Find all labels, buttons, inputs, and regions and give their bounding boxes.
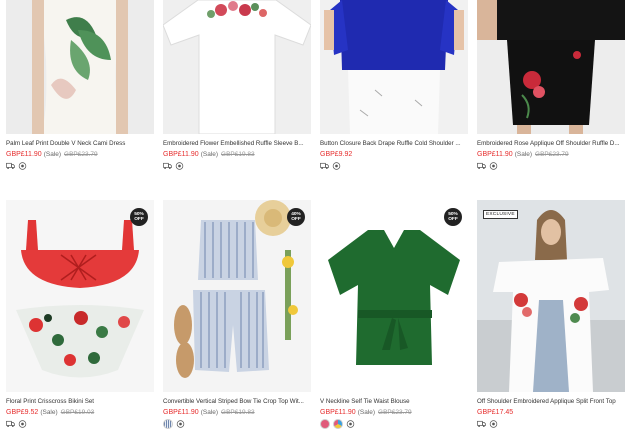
product-image[interactable] [320,0,468,134]
product-card[interactable]: 50% OFF Floral Print Crisscross Bikini Se… [6,200,154,433]
discount-badge: 50% OFF [130,208,148,226]
original-price: GBP£23.79 [535,151,569,158]
sale-label: (Sale) [514,151,533,158]
swatch-red-icon[interactable] [320,418,330,429]
price-row: GBP£11.90 (Sale) GBP£19.83 [163,151,311,158]
product-image[interactable]: 40% OFF [163,200,311,392]
product-card[interactable]: Palm Leaf Print Double V Neck Cami Dress… [6,0,154,200]
price-row: GBP£11.90 (Sale) GBP£23.79 [320,409,468,416]
sale-label: (Sale) [200,409,219,416]
truck-icon [6,162,15,169]
product-title[interactable]: V Neckline Self Tie Waist Blouse [320,398,468,405]
original-price: GBP£19.83 [221,409,255,416]
sale-price: GBP£11.90 [477,151,513,158]
sale-price: GBP£9.92 [320,151,353,158]
cod-icon [489,161,498,170]
cod-icon [18,419,27,428]
cod-icon [346,419,355,428]
price-row: GBP£17.45 [477,409,625,416]
product-image[interactable] [6,0,154,134]
product-title[interactable]: Button Closure Back Drape Ruffle Cold Sh… [320,140,468,147]
sale-price: GBP£11.90 [320,409,356,416]
swatch-icon[interactable] [163,418,173,429]
discount-badge: 40% OFF [287,208,305,226]
product-title[interactable]: Embroidered Flower Embellished Ruffle Sl… [163,140,311,147]
product-image[interactable] [477,0,625,134]
price-row: GBP£9.92 [320,151,468,158]
product-icons [477,161,625,170]
original-price: GBP£23.79 [64,151,98,158]
product-icons [320,418,468,429]
product-grid: Palm Leaf Print Double V Neck Cami Dress… [6,0,634,433]
cod-icon [176,419,185,428]
original-price: GBP£19.83 [221,151,255,158]
product-title[interactable]: Embroidered Rose Applique Off Shoulder R… [477,140,625,147]
sale-price: GBP£9.52 [6,409,39,416]
cod-icon [175,161,184,170]
product-card[interactable]: EXCLUSIVE Off Shoulder Embroidered Appli… [477,200,625,433]
cod-icon [332,161,341,170]
product-image[interactable]: 50% OFF [320,200,468,392]
product-icons [320,161,468,170]
sale-price: GBP£11.90 [163,409,199,416]
sale-label: (Sale) [40,409,58,416]
product-card[interactable]: Embroidered Flower Embellished Ruffle Sl… [163,0,311,200]
truck-icon [6,420,15,427]
product-title[interactable]: Floral Print Crisscross Bikini Set [6,398,154,405]
sale-price: GBP£17.45 [477,409,514,416]
product-icons [163,418,311,429]
product-icons [163,161,311,170]
sale-price: GBP£11.90 [6,151,42,158]
product-title[interactable]: Palm Leaf Print Double V Neck Cami Dress [6,140,154,147]
original-price: GBP£19.03 [60,409,95,416]
product-image[interactable]: EXCLUSIVE [477,200,625,392]
product-icons [6,419,154,428]
product-card[interactable]: Embroidered Rose Applique Off Shoulder R… [477,0,625,200]
price-row: GBP£11.90 (Sale) GBP£23.79 [6,151,154,158]
truck-icon [477,420,486,427]
cod-icon [18,161,27,170]
price-row: GBP£11.90 (Sale) GBP£19.83 [163,409,311,416]
truck-icon [163,162,172,169]
product-card[interactable]: 40% OFF Convertible Vertical Striped Bow … [163,200,311,433]
product-icons [6,161,154,170]
discount-badge: 50% OFF [444,208,462,226]
product-card[interactable]: 50% OFF V Neckline Self Tie Waist Blouse … [320,200,468,433]
product-card[interactable]: Button Closure Back Drape Ruffle Cold Sh… [320,0,468,200]
price-row: GBP£11.90 (Sale) GBP£23.79 [477,151,625,158]
sale-label: (Sale) [43,151,62,158]
product-title[interactable]: Convertible Vertical Striped Bow Tie Cro… [163,398,311,405]
sale-label: (Sale) [200,151,219,158]
product-title[interactable]: Off Shoulder Embroidered Applique Split … [477,398,625,405]
sale-label: (Sale) [357,409,376,416]
product-icons [477,419,625,428]
product-image[interactable]: 50% OFF [6,200,154,392]
sale-price: GBP£11.90 [163,151,199,158]
cod-icon [489,419,498,428]
truck-icon [477,162,486,169]
price-row: GBP£9.52 (Sale) GBP£19.03 [6,409,154,416]
truck-icon [320,162,329,169]
product-image[interactable] [163,0,311,134]
swatch-multi-icon[interactable] [333,418,343,429]
exclusive-tag: EXCLUSIVE [483,210,518,219]
original-price: GBP£23.79 [378,409,412,416]
